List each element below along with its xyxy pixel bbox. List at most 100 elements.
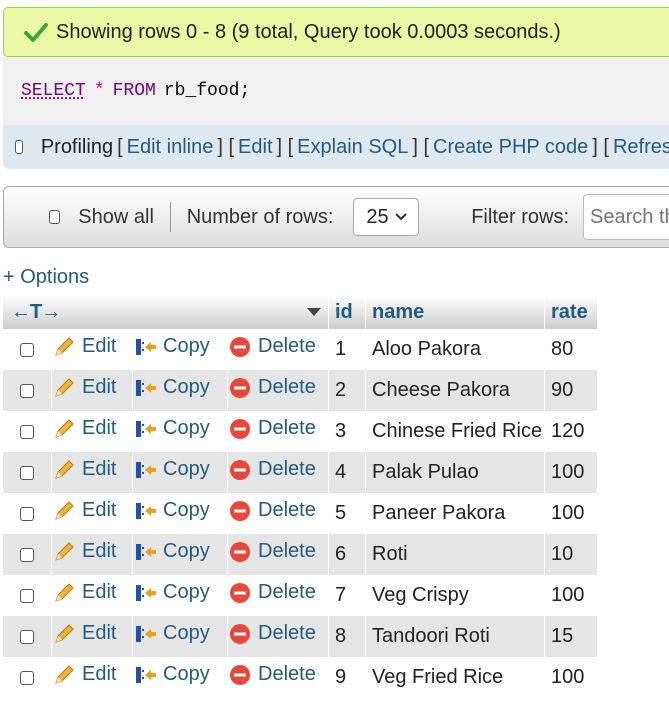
cell-name[interactable]: Roti bbox=[365, 534, 545, 575]
row-checkbox[interactable] bbox=[20, 588, 34, 603]
delete-icon bbox=[230, 336, 250, 357]
row-checkbox[interactable] bbox=[20, 465, 34, 480]
edit-row-button[interactable]: Edit bbox=[52, 581, 116, 604]
pencil-icon bbox=[55, 624, 74, 643]
cell-rate[interactable]: 100 bbox=[544, 657, 598, 698]
copy-row-button[interactable]: Copy bbox=[133, 417, 210, 440]
edit-row-button[interactable]: Edit bbox=[52, 622, 116, 645]
edit-row-button[interactable]: Edit bbox=[52, 376, 116, 399]
delete-icon bbox=[230, 541, 250, 562]
cell-rate[interactable]: 100 bbox=[544, 452, 598, 493]
cell-name[interactable]: Tandoori Roti bbox=[365, 616, 545, 657]
column-arrows-icon[interactable]: ←T→ bbox=[11, 301, 61, 324]
filter-search-input[interactable] bbox=[583, 194, 669, 240]
cell-rate[interactable]: 80 bbox=[544, 329, 598, 370]
options-link[interactable]: + Options bbox=[3, 266, 89, 289]
copy-row-button[interactable]: Copy bbox=[133, 622, 210, 645]
copy-row-button[interactable]: Copy bbox=[133, 376, 210, 399]
edit-row-button[interactable]: Edit bbox=[52, 458, 116, 481]
table-navigation-bar: Show all Number of rows: 25 Filter rows: bbox=[3, 186, 669, 248]
edit-row-button[interactable]: Edit bbox=[52, 417, 116, 440]
row-checkbox[interactable] bbox=[20, 424, 34, 439]
profiling-checkbox[interactable] bbox=[15, 140, 23, 154]
cell-rate[interactable]: 120 bbox=[544, 411, 598, 452]
delete-row-button[interactable]: Delete bbox=[228, 335, 316, 358]
show-all-checkbox[interactable] bbox=[49, 210, 61, 224]
delete-row-button[interactable]: Delete bbox=[228, 499, 316, 522]
pencil-icon bbox=[55, 542, 74, 561]
delete-row-button[interactable]: Delete bbox=[228, 581, 316, 604]
edit-label: Edit bbox=[82, 376, 117, 399]
cell-id: 1 bbox=[328, 329, 366, 370]
cell-id: 3 bbox=[328, 411, 366, 452]
sql-keyword-select[interactable]: SELECT bbox=[21, 81, 86, 101]
edit-inline-link[interactable]: Edit inline bbox=[127, 136, 214, 159]
row-checkbox[interactable] bbox=[20, 670, 34, 685]
column-header-id[interactable]: id bbox=[328, 295, 366, 329]
sql-query-box: SELECT * FROM rb_food; bbox=[3, 57, 669, 125]
edit-row-button[interactable]: Edit bbox=[52, 335, 116, 358]
show-all-label[interactable]: Show all bbox=[78, 206, 154, 229]
delete-row-button[interactable]: Delete bbox=[228, 622, 316, 645]
cell-id: 7 bbox=[328, 575, 366, 616]
explain-sql-link[interactable]: Explain SQL bbox=[297, 136, 408, 159]
cell-name[interactable]: Palak Pulao bbox=[365, 452, 545, 493]
row-checkbox[interactable] bbox=[20, 383, 34, 398]
column-header-rate[interactable]: rate bbox=[544, 295, 598, 329]
cell-rate[interactable]: 15 bbox=[544, 616, 598, 657]
delete-row-button[interactable]: Delete bbox=[228, 458, 316, 481]
cell-name[interactable]: Veg Crispy bbox=[365, 575, 545, 616]
cell-name[interactable]: Cheese Pakora bbox=[365, 370, 545, 411]
number-of-rows-label: Number of rows: bbox=[186, 205, 334, 228]
cell-name[interactable]: Chinese Fried Rice bbox=[365, 411, 545, 452]
delete-icon bbox=[230, 582, 250, 603]
copy-row-button[interactable]: Copy bbox=[133, 663, 210, 686]
row-checkbox[interactable] bbox=[20, 506, 34, 521]
profiling-bar: Profiling [ Edit inline ] [ Edit ] [ Exp… bbox=[3, 125, 669, 169]
cell-name[interactable]: Paneer Pakora bbox=[365, 493, 545, 534]
cell-id: 9 bbox=[328, 657, 366, 698]
pencil-icon bbox=[55, 460, 74, 479]
sql-table-name: rb_food; bbox=[163, 81, 251, 101]
edit-row-button[interactable]: Edit bbox=[52, 499, 116, 522]
edit-row-button[interactable]: Edit bbox=[52, 663, 116, 686]
delete-icon bbox=[230, 500, 250, 521]
number-of-rows-select[interactable]: 25 bbox=[353, 198, 420, 236]
row-checkbox[interactable] bbox=[20, 547, 34, 562]
refresh-link[interactable]: Refresh bbox=[613, 136, 669, 159]
copy-row-button[interactable]: Copy bbox=[133, 458, 210, 481]
sort-dropdown-icon[interactable] bbox=[306, 307, 322, 317]
cell-rate[interactable]: 10 bbox=[544, 534, 598, 575]
edit-link[interactable]: Edit bbox=[238, 136, 272, 159]
cell-rate[interactable]: 90 bbox=[544, 370, 598, 411]
delete-row-button[interactable]: Delete bbox=[228, 540, 316, 563]
edit-row-button[interactable]: Edit bbox=[52, 540, 116, 563]
cell-rate[interactable]: 100 bbox=[544, 493, 598, 534]
copy-row-button[interactable]: Copy bbox=[133, 499, 210, 522]
copy-label: Copy bbox=[163, 417, 210, 440]
row-checkbox[interactable] bbox=[20, 342, 34, 357]
delete-row-button[interactable]: Delete bbox=[228, 663, 316, 686]
table-row: Edit Copy Delete 4 Palak Pulao 100 bbox=[3, 452, 598, 493]
copy-row-button[interactable]: Copy bbox=[133, 540, 210, 563]
success-message: Showing rows 0 - 8 (9 total, Query took … bbox=[3, 7, 669, 57]
copy-row-button[interactable]: Copy bbox=[133, 335, 210, 358]
create-php-code-link[interactable]: Create PHP code bbox=[433, 136, 588, 159]
pencil-icon bbox=[55, 419, 74, 438]
copy-row-button[interactable]: Copy bbox=[133, 581, 210, 604]
delete-row-button[interactable]: Delete bbox=[228, 417, 316, 440]
copy-icon bbox=[136, 543, 156, 560]
row-checkbox[interactable] bbox=[20, 629, 34, 644]
column-header-name[interactable]: name bbox=[365, 295, 545, 329]
delete-row-button[interactable]: Delete bbox=[228, 376, 316, 399]
cell-name[interactable]: Aloo Pakora bbox=[365, 329, 545, 370]
cell-rate[interactable]: 100 bbox=[544, 575, 598, 616]
cell-id: 8 bbox=[328, 616, 366, 657]
copy-icon bbox=[136, 666, 156, 683]
delete-icon bbox=[230, 664, 250, 685]
cell-id: 5 bbox=[328, 493, 366, 534]
copy-icon bbox=[136, 338, 156, 355]
table-row: Edit Copy Delete 1 Aloo Pakora 80 bbox=[3, 329, 598, 370]
cell-name[interactable]: Veg Fried Rice bbox=[365, 657, 545, 698]
delete-icon bbox=[230, 377, 250, 398]
